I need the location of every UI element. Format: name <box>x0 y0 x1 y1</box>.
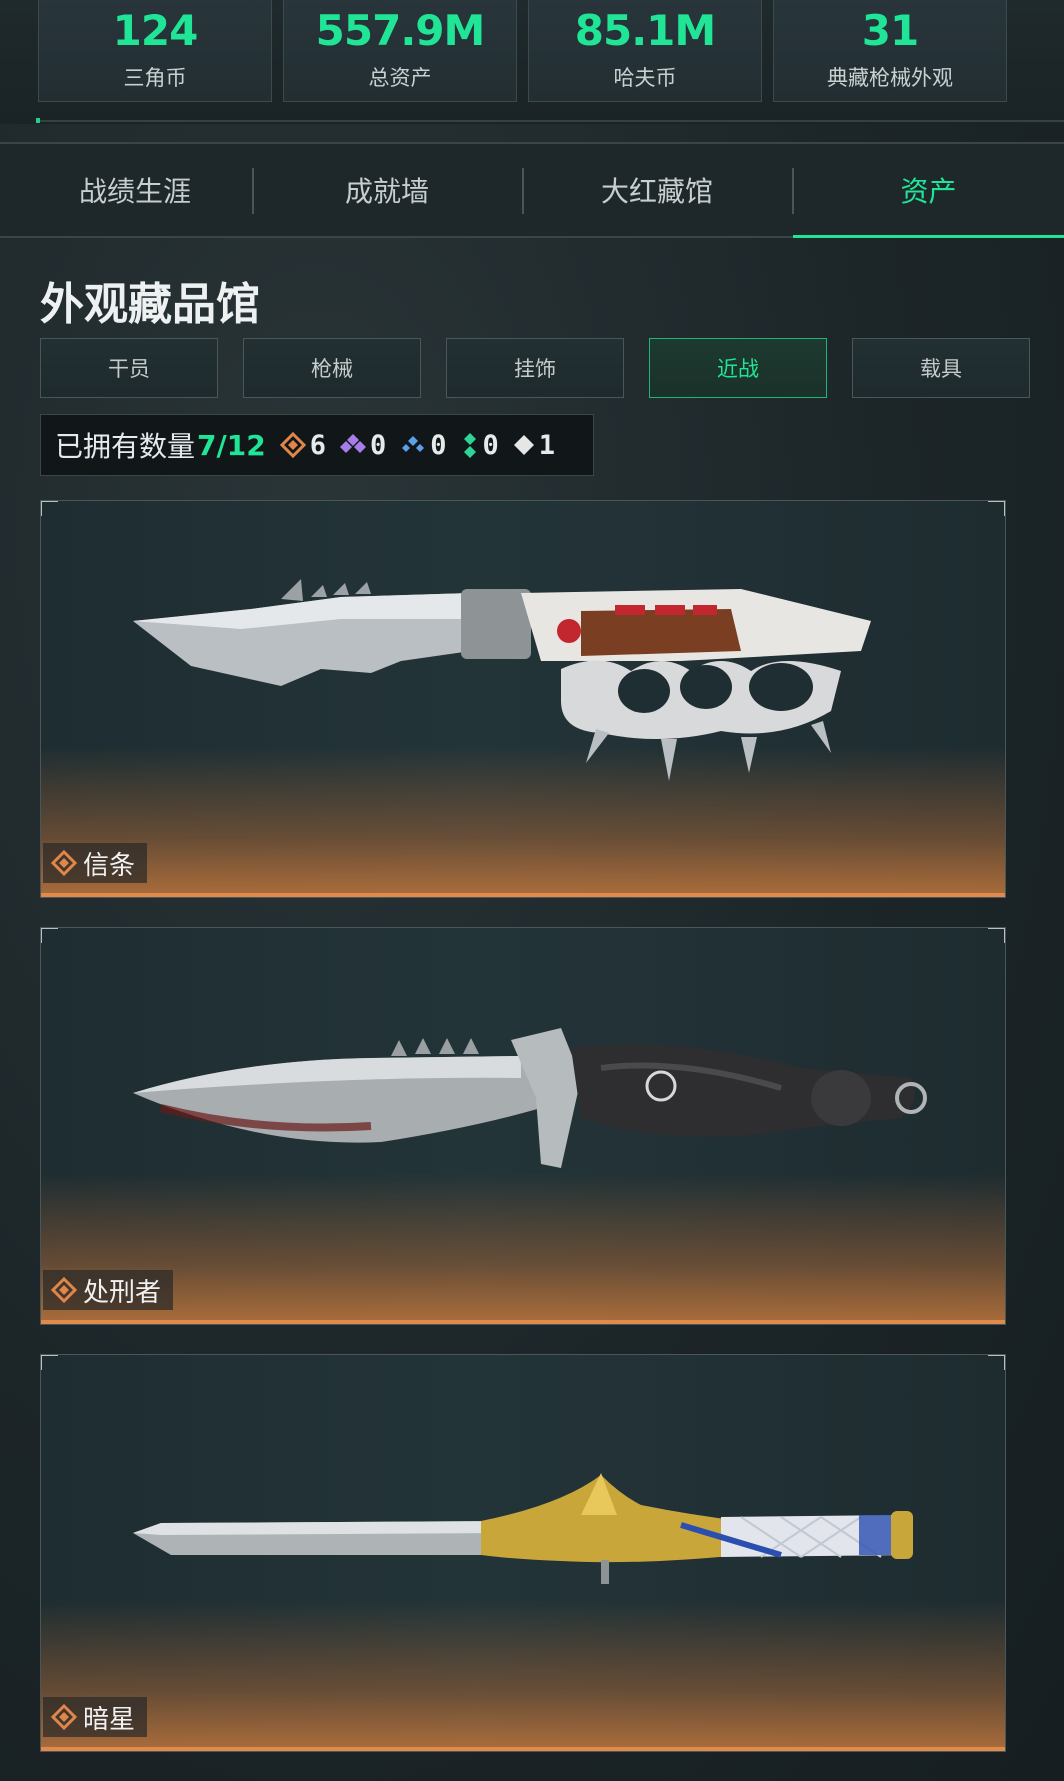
stat-card-collection-skins[interactable]: 31 典藏枪械外观 <box>773 0 1007 102</box>
item-name-tag: 暗星 <box>43 1697 148 1737</box>
filter-operators[interactable]: 干员 <box>40 338 218 398</box>
orange-diamond-icon <box>51 1704 77 1730</box>
item-name-tag: 处刑者 <box>43 1270 174 1310</box>
rarity-green: 0 <box>461 430 499 461</box>
stat-value: 31 <box>861 6 919 55</box>
item-card[interactable]: 暗星 <box>40 1354 1006 1752</box>
orange-diamond-icon <box>279 432 306 458</box>
rarity-orange: 6 <box>279 429 326 461</box>
stats-divider <box>36 118 1064 123</box>
green-diamond-icon <box>463 433 476 458</box>
rarity-count: 6 <box>309 429 326 461</box>
tab-career[interactable]: 战绩生涯 <box>0 144 270 236</box>
stat-card-triangle-coin[interactable]: 124 三角币 <box>38 0 272 102</box>
stat-label: 总资产 <box>368 66 432 90</box>
main-tabs: 战绩生涯 成就墙 大红藏馆 资产 <box>0 142 1064 238</box>
filter-melee[interactable]: 近战 <box>649 338 827 398</box>
tab-achievements[interactable]: 成就墙 <box>252 144 522 236</box>
owned-count-bar: 已拥有数量 7/12 6 0 0 0 1 <box>40 414 594 476</box>
rarity-count: 0 <box>482 429 499 461</box>
filter-vehicles[interactable]: 载具 <box>852 338 1030 398</box>
item-name: 暗星 <box>83 1704 136 1735</box>
item-card[interactable]: 信条 <box>40 500 1006 898</box>
rarity-count: 1 <box>538 429 556 461</box>
stat-card-total-assets[interactable]: 557.9M 总资产 <box>283 0 517 102</box>
stat-card-haf-coin[interactable]: 85.1M 哈夫币 <box>528 0 762 102</box>
orange-diamond-icon <box>51 1277 77 1303</box>
knife-image <box>133 579 871 781</box>
item-name-tag: 信条 <box>43 843 148 883</box>
stat-label: 三角币 <box>123 66 187 90</box>
stat-value: 557.9M <box>315 6 486 55</box>
tab-assets[interactable]: 资产 <box>793 144 1064 236</box>
item-name: 处刑者 <box>83 1277 162 1308</box>
rarity-blue: 0 <box>400 429 447 461</box>
knife-image <box>133 1473 913 1584</box>
orange-diamond-icon <box>51 850 77 876</box>
item-card[interactable]: 处刑者 <box>40 927 1006 1325</box>
rarity-white: 1 <box>513 430 555 461</box>
blue-diamond-icon <box>402 436 425 452</box>
rarity-count: 0 <box>430 429 447 461</box>
white-diamond-icon <box>513 435 534 455</box>
knife-image <box>133 1028 927 1168</box>
stat-label: 哈夫币 <box>613 66 677 90</box>
item-name: 信条 <box>83 850 136 881</box>
tab-red-collection[interactable]: 大红藏馆 <box>522 144 792 236</box>
stat-value: 85.1M <box>574 6 716 55</box>
page-title: 外观藏品馆 <box>40 279 260 330</box>
rarity-count: 0 <box>369 429 387 461</box>
stat-value: 124 <box>112 6 199 55</box>
active-tab-indicator <box>793 235 1064 238</box>
app-page: 124 三角币 557.9M 总资产 85.1M 哈夫币 31 典藏枪械外观 战… <box>0 0 1064 1781</box>
owned-label: 已拥有数量 <box>55 430 196 463</box>
purple-diamond-icon <box>339 434 366 453</box>
stats-header: 124 三角币 557.9M 总资产 85.1M 哈夫币 31 典藏枪械外观 <box>0 0 1064 124</box>
rarity-purple: 0 <box>339 429 387 461</box>
owned-count: 7/12 <box>197 428 266 462</box>
stat-label: 典藏枪械外观 <box>827 66 953 90</box>
filter-weapons[interactable]: 枪械 <box>243 338 421 398</box>
filter-charms[interactable]: 挂饰 <box>446 338 624 398</box>
